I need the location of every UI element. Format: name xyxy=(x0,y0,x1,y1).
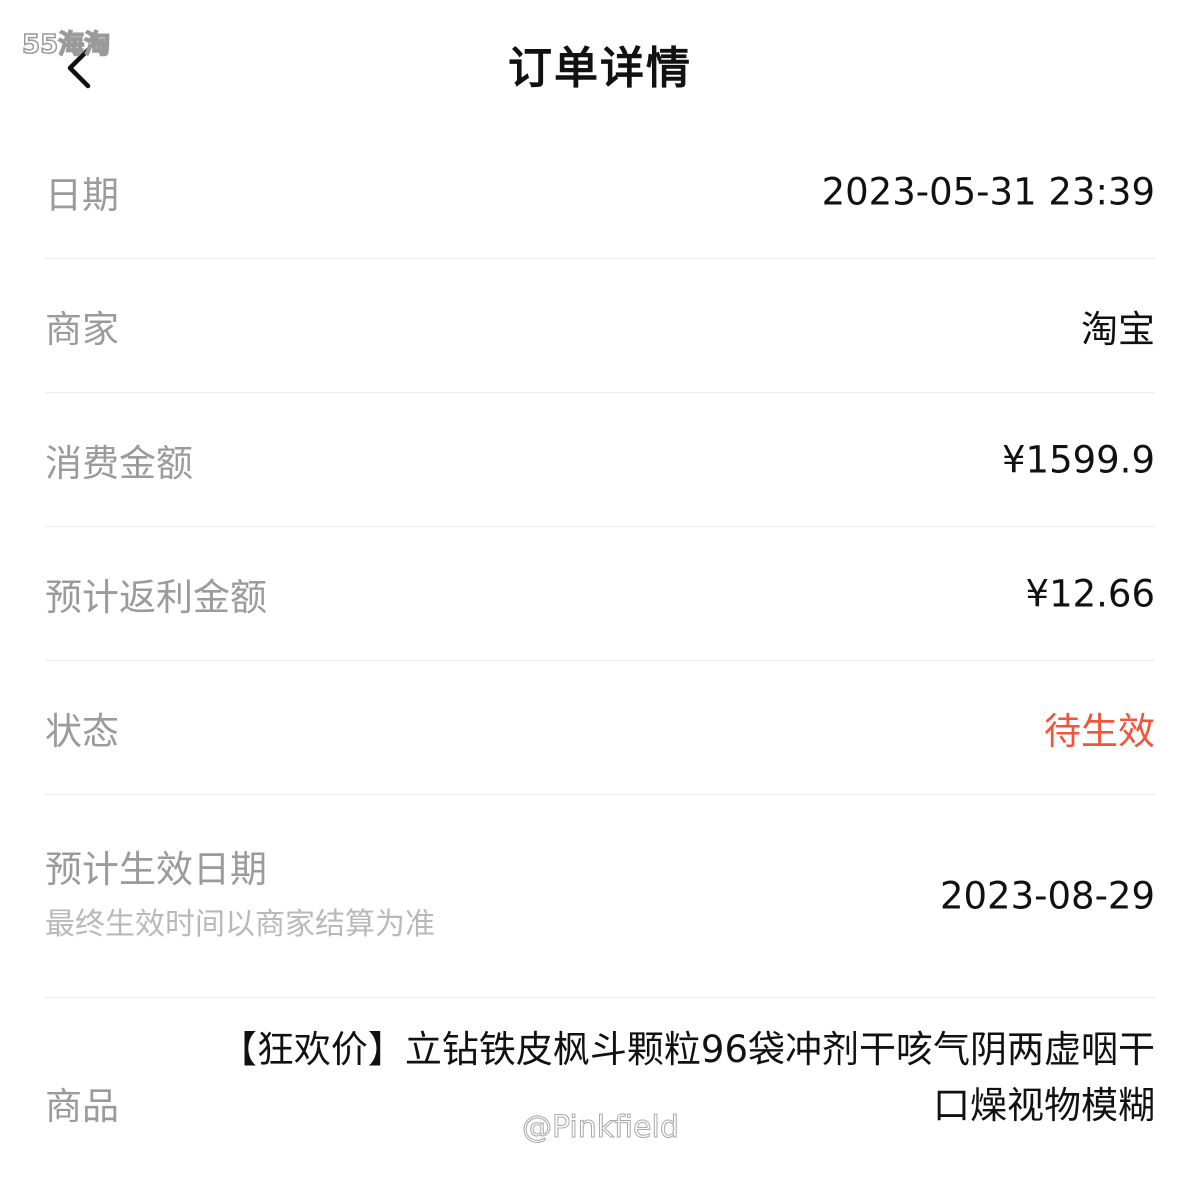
amount-row: 消费金额 ¥1599.9 xyxy=(45,393,1155,527)
rebate-value: ¥12.66 xyxy=(1025,572,1155,615)
effective-date-label-group: 预计生效日期 最终生效时间以商家结算为准 xyxy=(45,844,435,948)
effective-date-label: 预计生效日期 xyxy=(45,848,267,891)
amount-label: 消费金额 xyxy=(45,441,193,485)
effective-date-note: 最终生效时间以商家结算为准 xyxy=(45,907,435,942)
status-label: 状态 xyxy=(45,709,119,753)
amount-value: ¥1599.9 xyxy=(1001,438,1155,481)
status-value: 待生效 xyxy=(1044,709,1155,753)
order-detail-list: 日期 2023-05-31 23:39 商家 淘宝 消费金额 ¥1599.9 预… xyxy=(45,125,1155,1178)
watermark-author: @Pinkfield xyxy=(522,1110,680,1146)
effective-date-value: 2023-08-29 xyxy=(939,874,1155,918)
merchant-row: 商家 淘宝 xyxy=(45,259,1155,393)
date-label: 日期 xyxy=(45,173,119,217)
goods-label: 商品 xyxy=(45,1085,119,1128)
merchant-value: 淘宝 xyxy=(1081,307,1155,351)
effective-date-row: 预计生效日期 最终生效时间以商家结算为准 2023-08-29 xyxy=(45,795,1155,998)
top-bar: 55海淘 订单详情 xyxy=(0,0,1200,125)
date-row: 日期 2023-05-31 23:39 xyxy=(45,125,1155,259)
rebate-row: 预计返利金额 ¥12.66 xyxy=(45,527,1155,661)
merchant-label: 商家 xyxy=(45,307,119,351)
goods-row: 商品 【狂欢价】立钻铁皮枫斗颗粒96袋冲剂干咳气阴两虚咽干口燥视物模糊 xyxy=(45,998,1155,1178)
status-row: 状态 待生效 xyxy=(45,661,1155,795)
rebate-label: 预计返利金额 xyxy=(45,575,267,619)
page-title: 订单详情 xyxy=(508,43,692,94)
date-value: 2023-05-31 23:39 xyxy=(821,170,1155,213)
